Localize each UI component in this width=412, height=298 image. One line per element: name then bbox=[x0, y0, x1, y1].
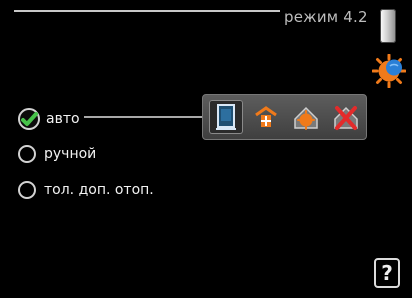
sun-globe-icon bbox=[372, 54, 406, 88]
iconbar-item-house-heating[interactable] bbox=[249, 100, 283, 134]
hot-water-icon bbox=[294, 106, 318, 130]
selection-connector-line bbox=[84, 116, 202, 118]
mode-option-auto[interactable]: авто bbox=[18, 107, 80, 131]
menu-title: режим 4.2 bbox=[284, 8, 368, 26]
radio-button bbox=[18, 181, 36, 199]
heating-unit-icon bbox=[216, 104, 236, 130]
iconbar-item-cooling-off[interactable] bbox=[329, 100, 363, 134]
mode-option-label: ручной bbox=[44, 146, 97, 162]
status-bar-icon bbox=[380, 9, 396, 43]
radio-button bbox=[18, 145, 36, 163]
mode-option-manual[interactable]: ручной bbox=[18, 142, 96, 166]
mode-iconbar bbox=[202, 94, 367, 140]
cooling-off-icon bbox=[334, 106, 358, 130]
top-divider-line bbox=[14, 10, 280, 12]
mode-option-addition-only[interactable]: тол. доп. отоп. bbox=[18, 178, 154, 202]
iconbar-item-hot-water[interactable] bbox=[289, 100, 323, 134]
help-button[interactable]: ? bbox=[374, 258, 400, 288]
mode-option-label: авто bbox=[46, 111, 80, 127]
checkmark-icon bbox=[18, 108, 40, 130]
help-label: ? bbox=[381, 261, 393, 285]
iconbar-item-heating-unit[interactable] bbox=[209, 100, 243, 134]
mode-option-label: тол. доп. отоп. bbox=[44, 182, 154, 198]
house-heating-icon bbox=[255, 106, 277, 127]
